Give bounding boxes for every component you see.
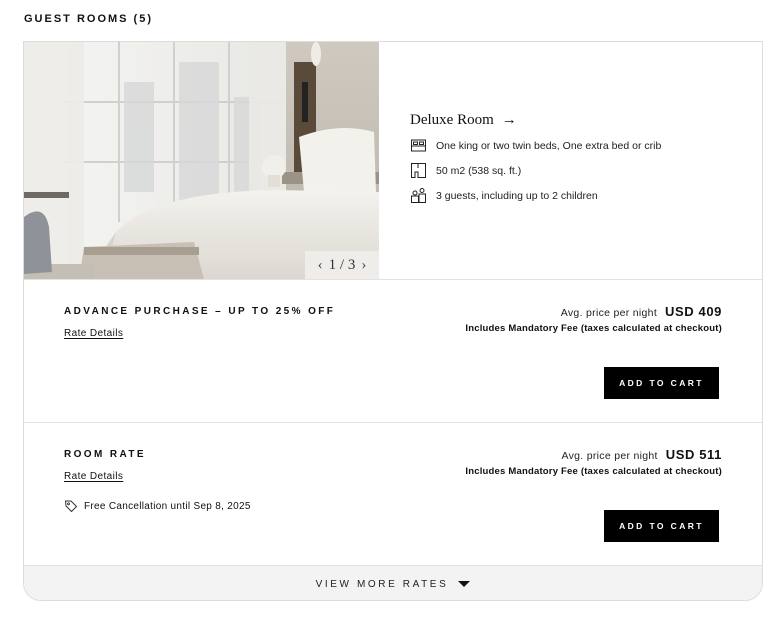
chevron-right-icon[interactable]: › [361, 257, 366, 274]
view-more-rates-label: VIEW MORE RATES [315, 578, 449, 590]
section-title: GUEST ROOMS (5) [24, 13, 154, 25]
cancellation-text: Free Cancellation until Sep 8, 2025 [84, 500, 251, 512]
add-to-cart-button[interactable]: ADD TO CART [604, 367, 719, 399]
room-header: ‹ 1 / 3 › Deluxe Room → One king or two … [24, 42, 762, 280]
feature-guests: 3 guests, including up to 2 children [410, 187, 661, 204]
photo-pager: ‹ 1 / 3 › [305, 251, 379, 279]
chevron-left-icon[interactable]: ‹ [318, 257, 323, 274]
feature-guests-text: 3 guests, including up to 2 children [436, 189, 598, 202]
rate-details-link[interactable]: Rate Details [64, 328, 123, 339]
feature-size-text: 50 m2 (538 sq. ft.) [436, 164, 522, 177]
cancellation-note: Free Cancellation until Sep 8, 2025 [64, 499, 251, 513]
tag-icon [64, 500, 78, 513]
photo-counter: 1 / 3 [328, 256, 356, 273]
price-label: Avg. price per night [560, 307, 658, 319]
feature-beds: One king or two twin beds, One extra bed… [410, 137, 661, 154]
room-info: Deluxe Room → One king or two twin beds,… [410, 112, 661, 204]
floorplan-icon [411, 163, 426, 178]
rate-details-link[interactable]: Rate Details [64, 471, 123, 482]
guests-icon [411, 188, 426, 203]
room-name-link[interactable]: Deluxe Room → [410, 112, 661, 129]
caret-down-icon [458, 581, 471, 587]
price-value: USD 409 [665, 304, 722, 319]
bed-icon [411, 139, 426, 152]
feature-size: 50 m2 (538 sq. ft.) [410, 162, 661, 179]
bedroom-image [24, 42, 379, 279]
price-line: Avg. price per night USD 511 [561, 447, 722, 462]
price-label: Avg. price per night [561, 450, 658, 462]
room-photo[interactable]: ‹ 1 / 3 › [24, 42, 379, 279]
view-more-rates-button[interactable]: VIEW MORE RATES [24, 565, 762, 600]
rate-advance-purchase: ADVANCE PURCHASE – UP TO 25% OFF Rate De… [24, 280, 762, 422]
price-line: Avg. price per night USD 409 [561, 304, 722, 319]
feature-beds-text: One king or two twin beds, One extra bed… [436, 139, 662, 152]
arrow-right-icon: → [501, 112, 517, 128]
fee-note: Includes Mandatory Fee (taxes calculated… [465, 466, 722, 477]
fee-note: Includes Mandatory Fee (taxes calculated… [465, 323, 722, 334]
room-card: ‹ 1 / 3 › Deluxe Room → One king or two … [23, 41, 763, 601]
rate-name: ADVANCE PURCHASE – UP TO 25% OFF [64, 306, 336, 317]
price-value: USD 511 [665, 447, 722, 462]
rate-name: ROOM RATE [64, 449, 146, 460]
add-to-cart-button[interactable]: ADD TO CART [604, 510, 719, 542]
rate-room-rate: ROOM RATE Rate Details Free Cancellation… [24, 423, 762, 565]
room-name: Deluxe Room [410, 112, 494, 128]
